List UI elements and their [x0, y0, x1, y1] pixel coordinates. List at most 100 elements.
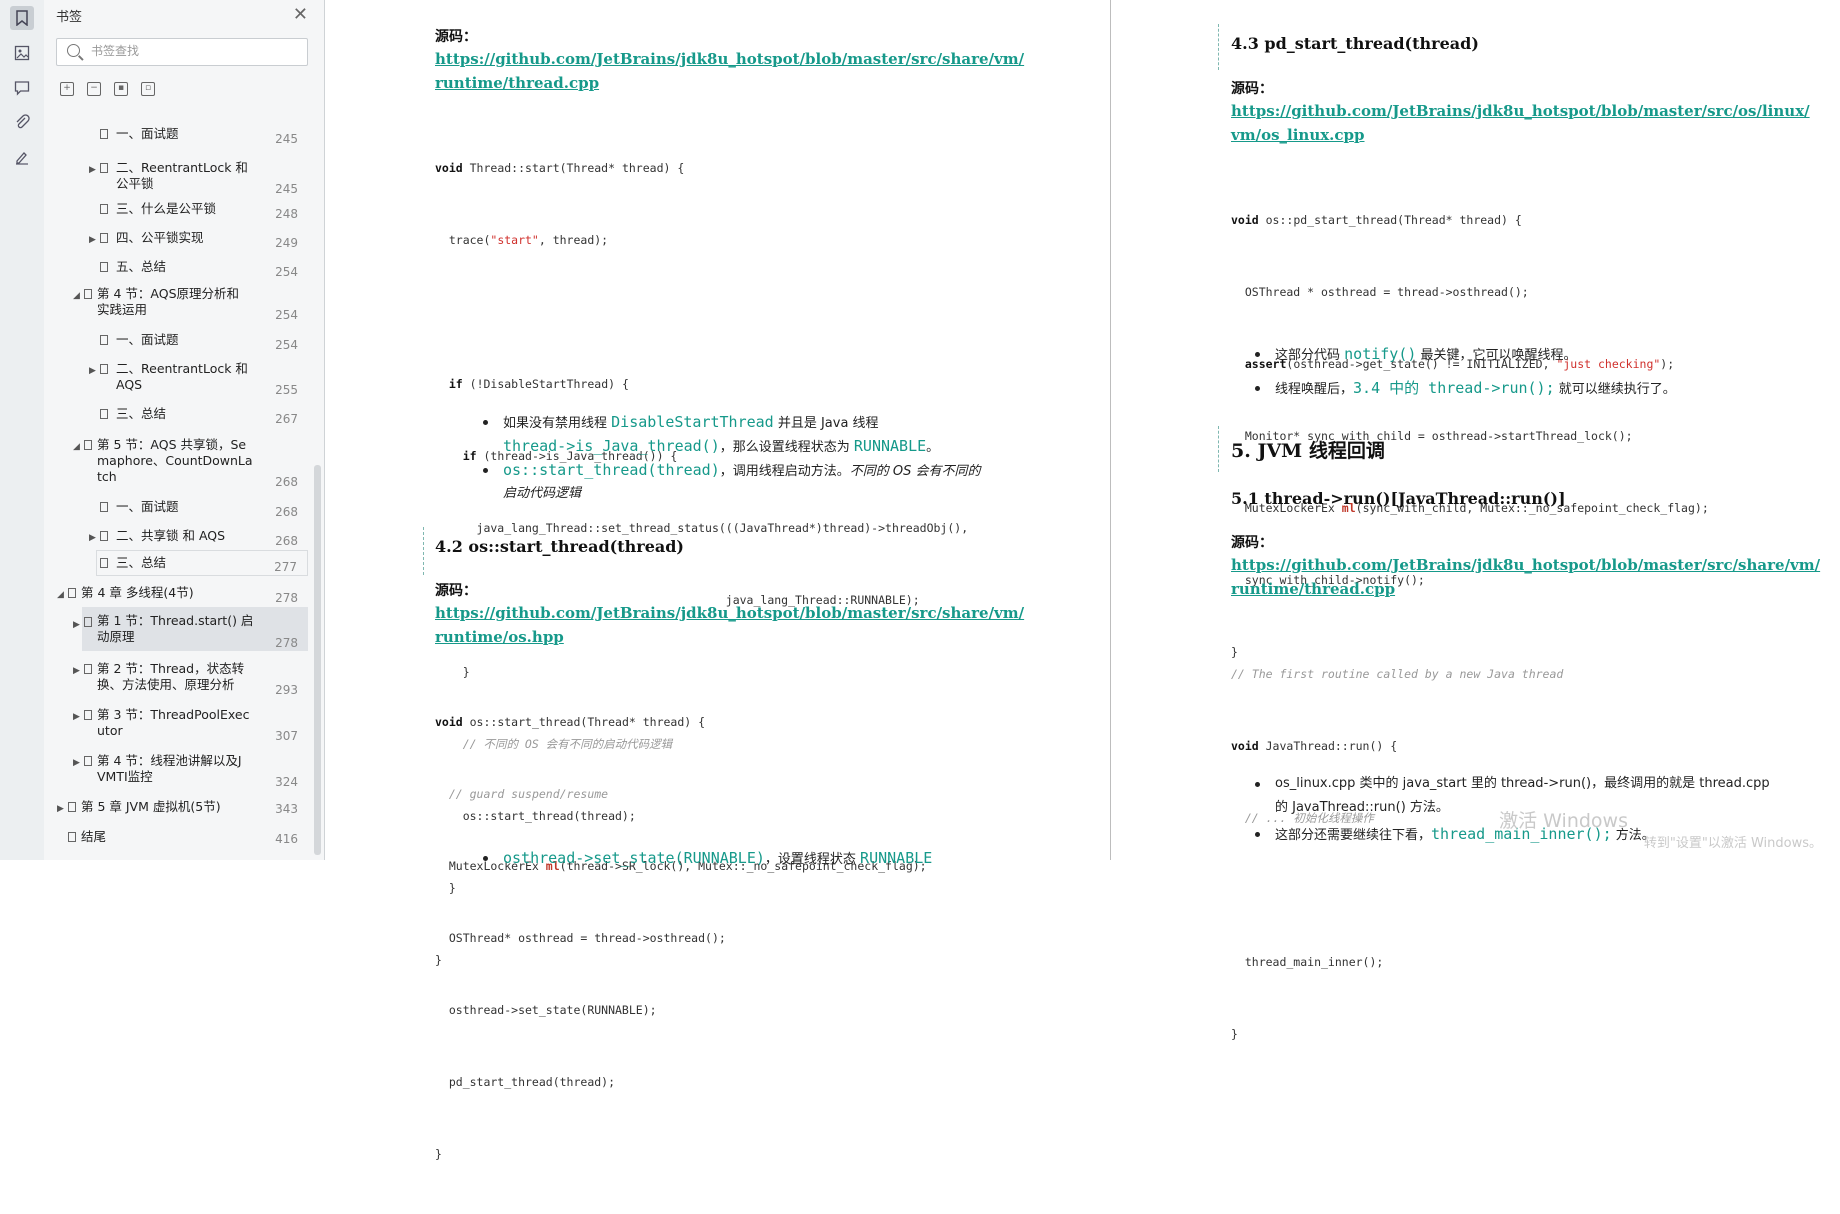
- tree-item[interactable]: 三、总结 267: [44, 405, 312, 426]
- code-line: pd_start_thread(thread);: [435, 1075, 616, 1089]
- source-link[interactable]: https://github.com/JetBrains/jdk8u_hotsp…: [435, 604, 1024, 622]
- bookmark-node-icon: [100, 409, 108, 419]
- source-label: 源码：: [1231, 535, 1273, 551]
- tree-item[interactable]: ▶ 第 4 节：线程池讲解以及J VMTI监控 324: [44, 752, 312, 789]
- code-line: osthread->set_state(RUNNABLE);: [435, 1003, 657, 1017]
- chevron-right-icon[interactable]: ▶: [89, 162, 96, 178]
- chevron-right-icon[interactable]: ▶: [73, 709, 80, 725]
- sidebar-scrollbar[interactable]: [314, 465, 321, 855]
- code-line: OSThread* osthread = thread->osthread();: [435, 931, 726, 945]
- tree-item[interactable]: ▶ 二、共享锁 和 AQS 268: [44, 527, 312, 548]
- bookmark-node-icon: [68, 832, 76, 842]
- close-icon[interactable]: ✕: [293, 4, 308, 25]
- tree-item[interactable]: ◢ 第 5 节：AQS 共享锁，Se maphore、CountDownLa t…: [44, 436, 312, 489]
- chevron-right-icon[interactable]: ▶: [89, 232, 96, 248]
- tree-item[interactable]: ▶ 四、公平锁实现 249: [44, 229, 312, 250]
- tree-item[interactable]: ▶ 第 5 章 JVM 虚拟机(5节) 343: [44, 798, 312, 818]
- bookmark-node-icon: [84, 617, 92, 627]
- code-block: // The first routine called by a new Jav…: [1231, 614, 1563, 1094]
- bullet-dot: [1255, 832, 1260, 837]
- source-link[interactable]: https://github.com/JetBrains/jdk8u_hotsp…: [1231, 102, 1810, 120]
- bullet-dot: [1255, 782, 1260, 787]
- tree-item[interactable]: ▶ 二、ReentrantLock 和 AQS 255: [44, 360, 312, 397]
- bullet-item: 这部分代码 notify() 最关键，它可以唤醒线程。: [1255, 342, 1815, 366]
- chevron-down-icon[interactable]: ◢: [73, 439, 80, 455]
- tree-item[interactable]: 结尾 416: [44, 828, 312, 848]
- chevron-right-icon[interactable]: ▶: [73, 663, 80, 679]
- bookmark-node-icon: [100, 558, 108, 568]
- code-block: void os::start_thread(Thread* thread) { …: [435, 662, 927, 1214]
- source-link[interactable]: runtime/thread.cpp: [1231, 580, 1395, 598]
- tree-item[interactable]: 一、面试题 268: [44, 498, 312, 519]
- bookmark-node-icon: [84, 289, 92, 299]
- bookmark-node-icon: [100, 129, 108, 139]
- bookmark-node-icon: [84, 756, 92, 766]
- source-link[interactable]: runtime/thread.cpp: [435, 74, 599, 92]
- expand-all-icon[interactable]: +: [60, 82, 74, 96]
- chevron-down-icon[interactable]: ◢: [57, 587, 64, 603]
- source-label: 源码：: [435, 29, 477, 45]
- signature-icon[interactable]: [10, 145, 34, 169]
- bookmark-node-icon: [100, 364, 108, 374]
- code-line: // guard suspend/resume: [448, 787, 609, 801]
- section-heading: 4.3 pd_start_thread(thread): [1231, 34, 1479, 53]
- source-link[interactable]: https://github.com/JetBrains/jdk8u_hotsp…: [435, 50, 1024, 68]
- bullet-item: osthread->set_state(RUNNABLE)，设置线程状态 RUN…: [483, 846, 1083, 870]
- code-line: if (!DisableStartThread) {: [448, 377, 629, 391]
- bullet-item: 如果没有禁用线程 DisableStartThread 并且是 Java 线程 …: [483, 410, 1083, 458]
- activation-watermark-title: 激活 Windows: [1499, 810, 1628, 832]
- tree-item[interactable]: 三、什么是公平锁 248: [44, 200, 312, 221]
- code-line: thread_main_inner();: [1231, 955, 1384, 969]
- bookmark-node-icon: [84, 664, 92, 674]
- bookmark-node-icon: [68, 588, 76, 598]
- code-line: void JavaThread::run() {: [1231, 739, 1398, 753]
- tree-item-selected[interactable]: ▶ 第 1 节：Thread.start() 启 动原理 278: [73, 607, 308, 651]
- chevron-down-icon[interactable]: ◢: [73, 288, 80, 304]
- code-line: }: [1231, 1027, 1238, 1041]
- add-bookmark-icon[interactable]: ▪: [114, 82, 128, 96]
- bookmark-search-input[interactable]: [89, 43, 293, 59]
- bookmark-node-icon: [68, 802, 76, 812]
- bookmark-node-icon: [100, 335, 108, 345]
- bullet-dot: [483, 468, 488, 473]
- bookmark-node-icon: [100, 163, 108, 173]
- bullet-dot: [483, 420, 488, 425]
- code-line: void os::pd_start_thread(Thread* thread)…: [1231, 213, 1522, 227]
- tree-item[interactable]: ▶ 二、ReentrantLock 和 公平锁 245: [44, 159, 312, 196]
- chevron-right-icon[interactable]: ▶: [57, 801, 64, 817]
- code-line: // The first routine called by a new Jav…: [1231, 667, 1564, 681]
- chevron-right-icon[interactable]: ▶: [73, 617, 80, 633]
- chevron-right-icon[interactable]: ▶: [89, 530, 96, 546]
- bookmark-node-icon: [84, 710, 92, 720]
- bookmark-node-icon: [84, 440, 92, 450]
- bullet-item: os::start_thread(thread)，调用线程启动方法。不同的 OS…: [483, 458, 1083, 506]
- tree-item[interactable]: 五、总结 254: [44, 258, 312, 279]
- collapse-all-icon[interactable]: −: [87, 82, 101, 96]
- tree-item[interactable]: ◢ 第 4 节：AQS原理分析和 实践运用 254: [44, 285, 312, 322]
- tree-item[interactable]: ▶ 第 2 节：Thread，状态转 换、方法使用、原理分析 293: [44, 660, 312, 697]
- bookmark-panel-icon[interactable]: [10, 6, 34, 30]
- tree-item[interactable]: 三、总结 277: [96, 550, 308, 576]
- source-link[interactable]: vm/os_linux.cpp: [1231, 126, 1365, 144]
- bookmark-search[interactable]: [56, 38, 308, 66]
- chevron-right-icon[interactable]: ▶: [89, 363, 96, 379]
- icon-rail: [0, 0, 45, 860]
- bookmark-icon[interactable]: ▫: [141, 82, 155, 96]
- bullet-dot: [1255, 352, 1260, 357]
- source-link[interactable]: https://github.com/JetBrains/jdk8u_hotsp…: [1231, 556, 1820, 574]
- source-link[interactable]: runtime/os.hpp: [435, 628, 564, 646]
- search-icon: [67, 44, 80, 57]
- section-heading: 5.1 thread->run()[JavaThread::run()]: [1231, 489, 1566, 508]
- tree-item[interactable]: ▶ 第 3 节：ThreadPoolExec utor 307: [44, 706, 312, 743]
- thumbnail-icon[interactable]: [10, 41, 34, 65]
- bookmark-node-icon: [100, 531, 108, 541]
- comment-icon[interactable]: [10, 76, 34, 100]
- attachment-icon[interactable]: [10, 110, 34, 134]
- code-line: trace("start", thread);: [435, 233, 609, 247]
- tree-item[interactable]: ◢ 第 4 章 多线程(4节) 278: [44, 584, 312, 605]
- tree-item[interactable]: 一、面试题 254: [44, 331, 312, 352]
- code-line: }: [435, 1147, 442, 1161]
- tree-item[interactable]: 一、面试题 245: [44, 125, 312, 146]
- chevron-right-icon[interactable]: ▶: [73, 755, 80, 771]
